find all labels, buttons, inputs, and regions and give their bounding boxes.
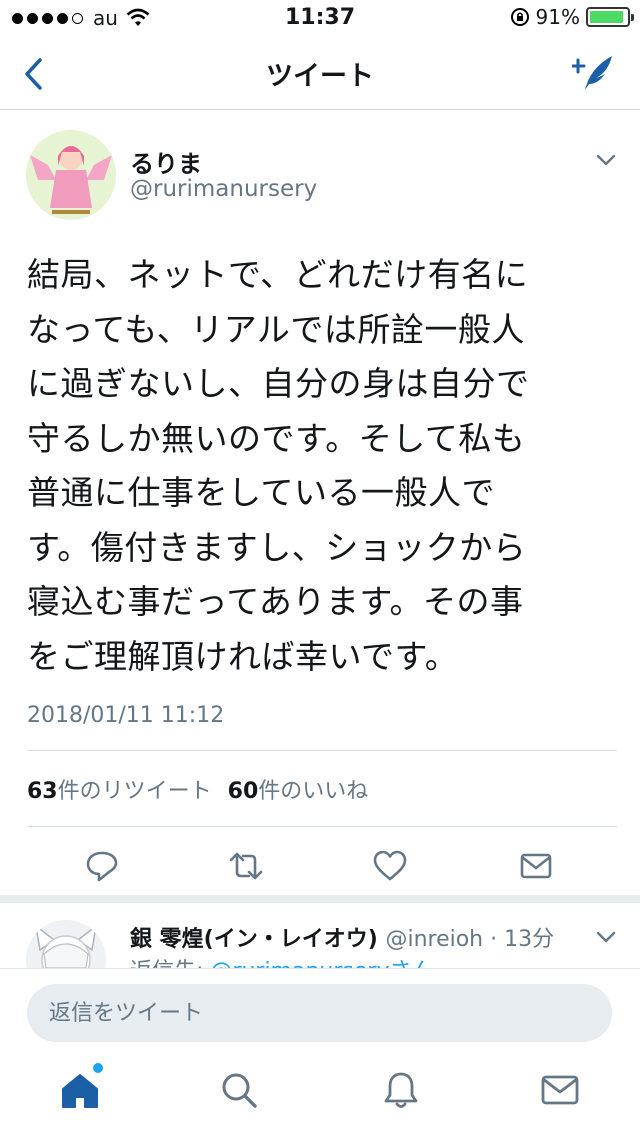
divider bbox=[27, 750, 617, 751]
status-right: 91% bbox=[510, 5, 634, 29]
tweet-actions bbox=[0, 840, 640, 890]
compose-button[interactable] bbox=[570, 52, 618, 94]
retweet-icon bbox=[229, 852, 263, 880]
tweet-text-line: をご理解頂ければ幸いです。 bbox=[27, 636, 459, 676]
retweet-label: 件のリツイート bbox=[57, 779, 212, 804]
tweet-text-line: す。傷付きますし、ショックから bbox=[27, 527, 527, 567]
retweet-button[interactable] bbox=[228, 848, 264, 884]
reply-button[interactable] bbox=[84, 848, 120, 884]
author-username[interactable]: @rurimanursery bbox=[130, 176, 317, 202]
battery-icon bbox=[586, 7, 634, 27]
direct-message-button[interactable] bbox=[518, 848, 554, 884]
tab-notifications[interactable] bbox=[380, 1069, 422, 1111]
tweet-options-button[interactable] bbox=[594, 148, 618, 172]
page-title: ツイート bbox=[266, 61, 374, 92]
compose-quill-icon bbox=[570, 56, 612, 90]
reply-tweet[interactable]: 銀 零煌(イン・レイオウ) @inreioh · 13分 返信先: @rurim… bbox=[0, 903, 640, 968]
section-separator bbox=[0, 895, 640, 903]
reply-input[interactable] bbox=[27, 984, 612, 1042]
bottom-area bbox=[0, 968, 640, 1138]
reply-icon bbox=[86, 851, 118, 882]
bell-icon bbox=[384, 1072, 418, 1108]
reply-to-prefix: 返信先: bbox=[130, 959, 210, 968]
notification-dot bbox=[93, 1063, 103, 1073]
reply-author-avatar[interactable] bbox=[26, 920, 106, 968]
tweet-stats: 63件のリツイート 60件のいいね bbox=[27, 773, 368, 805]
envelope-icon bbox=[520, 853, 552, 879]
chevron-down-icon bbox=[596, 154, 616, 166]
reply-to-user[interactable]: @rurimanurseryさん bbox=[210, 959, 433, 968]
tab-search[interactable] bbox=[218, 1069, 260, 1111]
retweet-count: 63 bbox=[27, 779, 58, 804]
nav-bar: ツイート bbox=[0, 38, 640, 110]
tweet-text-line: なっても、リアルでは所詮一般人 bbox=[27, 309, 525, 349]
tweet-text: 結局、ネットで、どれだけ有名に なっても、リアルでは所詮一般人 に過ぎないし、自… bbox=[27, 248, 607, 684]
tab-home[interactable] bbox=[59, 1063, 103, 1111]
rotation-lock-icon bbox=[510, 8, 529, 26]
tweet-text-line: 守るしか無いのです。そして私も bbox=[27, 418, 526, 458]
reply-display-name: 銀 零煌(イン・レイオウ) bbox=[130, 927, 378, 952]
author-avatar[interactable] bbox=[26, 130, 116, 220]
like-label: 件のいいね bbox=[258, 779, 369, 804]
reply-options-button[interactable] bbox=[594, 925, 618, 949]
tweet-text-line: 普通に仕事をしている一般人で bbox=[27, 473, 496, 512]
reply-handle-time: @inreioh · 13分 bbox=[385, 927, 555, 952]
divider bbox=[27, 826, 617, 827]
home-icon bbox=[62, 1074, 98, 1108]
tweet-text-line: 寝込む事だってあります。その事 bbox=[27, 582, 524, 621]
reply-to-line: 返信先: @rurimanurseryさん bbox=[130, 953, 433, 968]
tab-bar bbox=[0, 1061, 640, 1138]
status-bar: au 11:37 91% bbox=[0, 0, 640, 38]
like-count: 60 bbox=[227, 779, 259, 804]
battery-percent: 91% bbox=[535, 5, 580, 29]
search-icon bbox=[222, 1073, 257, 1108]
heart-icon bbox=[373, 850, 407, 881]
tweet-text-line: 結局、ネットで、どれだけ有名に bbox=[27, 255, 529, 294]
retweet-stat[interactable]: 63件のリツイート bbox=[27, 773, 212, 805]
avatar-image bbox=[26, 920, 106, 968]
author-display-name[interactable]: るりま bbox=[130, 144, 202, 179]
tweet-timestamp: 2018/01/11 11:12 bbox=[27, 703, 225, 728]
tab-messages[interactable] bbox=[539, 1069, 581, 1111]
like-stat[interactable]: 60件のいいね bbox=[228, 773, 369, 805]
reply-author-name[interactable]: 銀 零煌(イン・レイオウ) @inreioh · 13分 bbox=[130, 921, 554, 953]
like-button[interactable] bbox=[372, 848, 408, 884]
envelope-icon bbox=[541, 1075, 579, 1105]
chevron-down-icon bbox=[596, 931, 616, 943]
avatar-image bbox=[26, 130, 116, 220]
battery-fill bbox=[590, 11, 623, 23]
tweet-text-line: に過ぎないし、自分の身は自分で bbox=[27, 364, 530, 403]
